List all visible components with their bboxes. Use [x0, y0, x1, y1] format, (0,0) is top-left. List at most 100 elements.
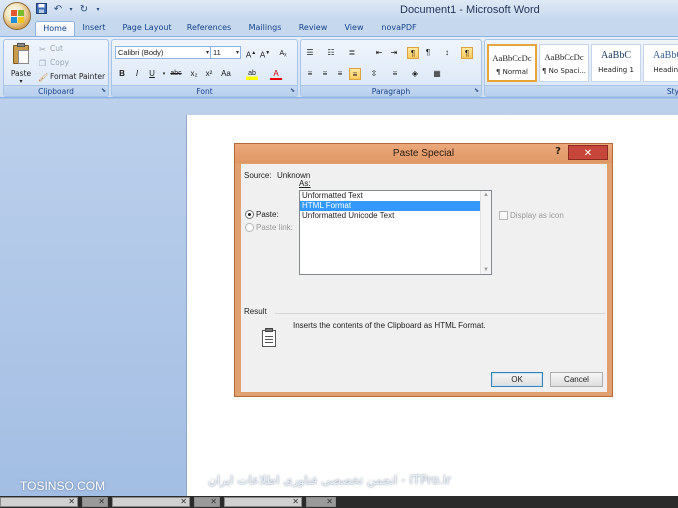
- style-heading-1[interactable]: AaBbC Heading 1: [591, 44, 641, 82]
- help-button[interactable]: ?: [550, 145, 566, 159]
- underline-dropdown-icon[interactable]: ▾: [158, 68, 170, 80]
- listbox-scrollbar[interactable]: ▲ ▼: [480, 191, 491, 274]
- grow-font-button[interactable]: A▲: [245, 47, 257, 60]
- customize-icon[interactable]: ▾: [94, 3, 102, 16]
- paintbrush-icon: 🖌: [38, 72, 49, 82]
- paste-radio[interactable]: [245, 210, 254, 219]
- format-option-selected[interactable]: HTML Format: [300, 201, 491, 211]
- clipboard-group-label: Clipboard: [4, 85, 108, 96]
- office-button[interactable]: [3, 2, 31, 30]
- paste-button[interactable]: Paste ▾: [8, 43, 34, 85]
- taskbar: ✕ ✕ ✕ ✕ ✕ ✕: [0, 496, 678, 508]
- font-size-combo[interactable]: 11 ▾: [210, 46, 241, 59]
- display-as-icon-checkbox[interactable]: [499, 211, 508, 220]
- as-label: As:: [299, 179, 311, 188]
- align-left-icon[interactable]: ≡: [304, 68, 316, 80]
- display-as-icon-label[interactable]: Display as icon: [510, 211, 564, 220]
- scroll-up-icon[interactable]: ▲: [481, 192, 491, 198]
- increase-indent-icon[interactable]: ⇥: [388, 47, 400, 59]
- close-icon[interactable]: ✕: [68, 497, 75, 506]
- result-separator: [275, 313, 605, 314]
- tab-references[interactable]: References: [183, 21, 235, 36]
- title-bar: ↶ ▾ ↻ ▾ Document1 - Microsoft Word: [0, 0, 678, 30]
- borders-icon[interactable]: ▦: [431, 68, 443, 80]
- shading-icon[interactable]: ◈: [409, 68, 421, 80]
- tab-home[interactable]: Home: [35, 21, 75, 36]
- copy-button[interactable]: ❐ Copy: [38, 58, 69, 68]
- cut-button[interactable]: ✂ Cut: [38, 44, 63, 54]
- ltr-direction-icon[interactable]: ¶: [407, 47, 419, 59]
- bold-button[interactable]: B: [116, 68, 128, 80]
- undo-icon[interactable]: ↶: [51, 3, 65, 16]
- window-title: Document1 - Microsoft Word: [400, 4, 540, 16]
- ribbon-tabs: Home Insert Page Layout References Maili…: [0, 20, 678, 36]
- rtl-align-icon[interactable]: ≡: [389, 68, 401, 80]
- close-icon[interactable]: ✕: [180, 497, 187, 506]
- tab-review[interactable]: Review: [295, 21, 331, 36]
- superscript-button[interactable]: x²: [203, 68, 215, 80]
- close-icon[interactable]: ✕: [98, 497, 105, 506]
- paragraph-launcher-icon[interactable]: ⬊: [474, 87, 479, 94]
- clipboard-group: Paste ▾ ✂ Cut ❐ Copy 🖌 Format Painter Cl…: [3, 39, 109, 97]
- clipboard-launcher-icon[interactable]: ⬊: [101, 87, 106, 94]
- line-spacing-icon[interactable]: ⇳: [368, 68, 380, 80]
- font-name-dropdown-icon: ▾: [205, 50, 209, 56]
- tab-novapdf[interactable]: novaPDF: [377, 21, 421, 36]
- dialog-title-bar: Paste Special ? ✕: [235, 144, 612, 163]
- font-name-combo[interactable]: Calibri (Body) ▾: [115, 46, 211, 59]
- close-icon[interactable]: ✕: [326, 497, 333, 506]
- paste-link-radio-label[interactable]: Paste link:: [256, 223, 293, 232]
- close-icon[interactable]: ✕: [292, 497, 299, 506]
- font-launcher-icon[interactable]: ⬊: [290, 87, 295, 94]
- style-no-spacing[interactable]: AaBbCcDc ¶ No Spaci...: [539, 44, 589, 82]
- format-option[interactable]: Unformatted Text: [300, 191, 491, 201]
- italic-button[interactable]: I: [131, 68, 143, 80]
- quick-access-toolbar: ↶ ▾ ↻ ▾: [34, 3, 102, 16]
- decrease-indent-icon[interactable]: ⇤: [373, 47, 385, 59]
- style-heading-2[interactable]: AaBbC Heading: [643, 44, 678, 82]
- format-painter-button[interactable]: 🖌 Format Painter: [38, 72, 105, 82]
- scroll-down-icon[interactable]: ▼: [481, 267, 491, 273]
- paste-link-radio[interactable]: [245, 223, 254, 232]
- cancel-button[interactable]: Cancel: [550, 372, 603, 387]
- underline-button[interactable]: U: [146, 68, 158, 80]
- format-option[interactable]: Unformatted Unicode Text: [300, 211, 491, 221]
- save-icon[interactable]: [34, 3, 48, 16]
- redo-icon[interactable]: ↻: [77, 3, 91, 16]
- ok-button[interactable]: OK: [491, 372, 543, 387]
- close-icon[interactable]: ✕: [210, 497, 217, 506]
- numbering-icon[interactable]: ☷: [325, 47, 337, 59]
- highlight-button[interactable]: ab: [246, 68, 258, 80]
- clear-formatting-button[interactable]: Aᵪ: [277, 47, 289, 59]
- format-listbox[interactable]: Unformatted Text HTML Format Unformatted…: [299, 190, 492, 275]
- close-button[interactable]: ✕: [568, 145, 608, 160]
- tab-page-layout[interactable]: Page Layout: [118, 21, 176, 36]
- taskbar-item[interactable]: ✕: [194, 497, 220, 507]
- justify-icon[interactable]: ≡: [349, 68, 361, 80]
- rtl-direction-icon[interactable]: ¶: [422, 47, 434, 59]
- align-right-icon[interactable]: ≡: [334, 68, 346, 80]
- undo-dropdown-icon[interactable]: ▾: [68, 3, 74, 16]
- paste-icon: [11, 43, 31, 65]
- multilevel-list-icon[interactable]: ≣: [346, 47, 358, 59]
- taskbar-item[interactable]: ✕: [82, 497, 108, 507]
- change-case-button[interactable]: Aa: [220, 68, 232, 80]
- style-normal[interactable]: AaBbCcDc ¶ Normal: [487, 44, 537, 82]
- paste-radio-label[interactable]: Paste:: [256, 210, 279, 219]
- bullets-icon[interactable]: ☰: [304, 47, 316, 59]
- tab-insert[interactable]: Insert: [77, 21, 111, 36]
- show-formatting-button[interactable]: ¶: [461, 47, 473, 59]
- tab-mailings[interactable]: Mailings: [243, 21, 287, 36]
- taskbar-item[interactable]: ✕: [224, 497, 302, 507]
- taskbar-item[interactable]: ✕: [306, 497, 336, 507]
- paste-dropdown-icon[interactable]: ▾: [8, 78, 34, 85]
- taskbar-item[interactable]: ✕: [112, 497, 190, 507]
- strikethrough-button[interactable]: abc: [170, 68, 182, 80]
- subscript-button[interactable]: x₂: [188, 68, 200, 80]
- align-center-icon[interactable]: ≡: [319, 68, 331, 80]
- sort-icon[interactable]: ↕: [441, 47, 453, 59]
- font-color-button[interactable]: A: [270, 68, 282, 80]
- tab-view[interactable]: View: [338, 21, 370, 36]
- taskbar-item[interactable]: ✕: [0, 497, 78, 507]
- shrink-font-button[interactable]: A▼: [259, 47, 271, 60]
